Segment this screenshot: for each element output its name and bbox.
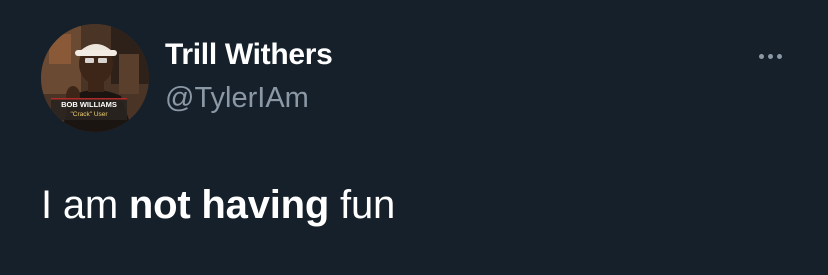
more-horizontal-icon [758, 53, 764, 59]
tweet-text-after: fun [329, 183, 396, 227]
more-horizontal-icon [776, 53, 782, 59]
avatar-image: BOB WILLIAMS "Crack" User [41, 24, 149, 132]
avatar-caption-title: "Crack" User [70, 111, 108, 118]
tweet-card: BOB WILLIAMS "Crack" User Trill Withers … [0, 0, 828, 275]
tweet-text-before: I am [41, 183, 129, 227]
more-options-button[interactable] [750, 44, 790, 68]
tweet-text: I am not having fun [41, 183, 395, 228]
display-name[interactable]: Trill Withers [165, 38, 333, 72]
tweet-text-bold: not having [128, 183, 330, 227]
avatar[interactable]: BOB WILLIAMS "Crack" User [41, 24, 149, 132]
more-horizontal-icon [767, 53, 773, 59]
user-handle[interactable]: @TylerIAm [165, 82, 309, 115]
avatar-caption-name: BOB WILLIAMS [61, 100, 117, 109]
